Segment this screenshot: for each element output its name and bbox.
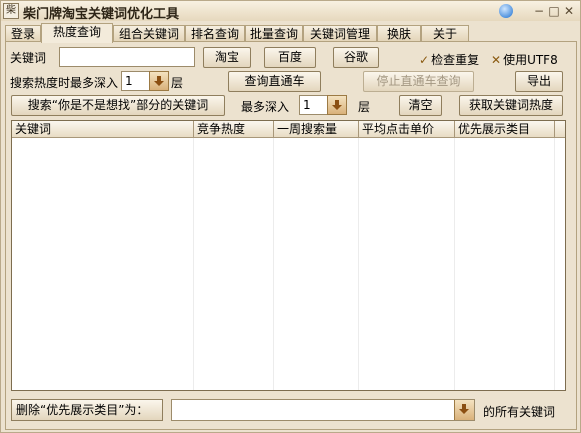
stop-ztc-button[interactable]: 停止直通车查询 [363, 71, 474, 92]
tab-rank-query[interactable]: 排名查询 [185, 25, 245, 42]
skin-icon[interactable] [499, 4, 513, 18]
dropdown-arrow-icon[interactable] [149, 71, 169, 91]
tab-batch-query[interactable]: 批量查询 [245, 25, 303, 42]
max-depth-unit: 层 [358, 100, 371, 114]
keyword-label: 关键词 [10, 51, 47, 65]
column-header-competition[interactable]: 竞争热度 [194, 121, 274, 138]
ztc-query-button[interactable]: 查询直通车 [228, 71, 321, 92]
column-divider [193, 138, 194, 390]
check-duplicates-checkbox[interactable]: ✓ 检查重复 [419, 51, 479, 68]
max-depth-spinner[interactable]: 1 [299, 95, 347, 115]
tab-login[interactable]: 登录 [5, 25, 41, 42]
use-utf8-checkbox[interactable]: ✕ 使用UTF8 [491, 51, 558, 68]
dropdown-arrow-icon[interactable] [454, 400, 474, 420]
window-title: 柴门牌淘宝关键词优化工具 [23, 7, 180, 22]
app-window: 柴 柴门牌淘宝关键词优化工具 − □ ✕ 登录 热度查询 组合关键词 排名查询 … [0, 0, 581, 433]
cross-mark-icon: ✕ [491, 53, 502, 67]
depth-unit: 层 [171, 76, 184, 90]
delete-category-label: 删除“优先展示类目”为： [11, 399, 163, 421]
keyword-input[interactable] [59, 47, 195, 67]
checkmark-icon: ✓ [419, 53, 430, 67]
baidu-button[interactable]: 百度 [264, 47, 316, 68]
search-suggest-button[interactable]: 搜索“你是不是想找”部分的关键词 [11, 95, 225, 116]
column-header-weekly-searches[interactable]: 一周搜索量 [274, 121, 359, 138]
max-depth-value[interactable]: 1 [299, 95, 329, 115]
tab-combo-keywords[interactable]: 组合关键词 [113, 25, 185, 42]
depth-value[interactable]: 1 [121, 71, 151, 91]
column-header-priority-category[interactable]: 优先展示类目 [455, 121, 555, 138]
depth-label: 搜索热度时最多深入 [10, 76, 119, 90]
tab-skin[interactable]: 换肤 [377, 25, 421, 42]
export-button[interactable]: 导出 [515, 71, 563, 92]
category-combobox[interactable] [171, 399, 475, 421]
clear-button[interactable]: 清空 [399, 95, 442, 116]
use-utf8-label: 使用UTF8 [503, 53, 558, 67]
tab-heat-query[interactable]: 热度查询 [41, 23, 113, 43]
column-header-avg-cpc[interactable]: 平均点击单价 [359, 121, 455, 138]
column-divider [454, 138, 455, 390]
column-divider [554, 138, 555, 390]
check-duplicates-label: 检查重复 [431, 53, 480, 67]
close-button[interactable]: ✕ [562, 4, 576, 18]
keyword-table[interactable]: 关键词 竞争热度 一周搜索量 平均点击单价 优先展示类目 [11, 120, 566, 391]
table-header: 关键词 竞争热度 一周搜索量 平均点击单价 优先展示类目 [12, 121, 565, 138]
max-depth-label: 最多深入 [241, 100, 290, 114]
depth-spinner[interactable]: 1 [121, 71, 169, 91]
delete-suffix-label: 的所有关键词 [483, 405, 556, 419]
fetch-heat-button[interactable]: 获取关键词热度 [459, 95, 563, 116]
maximize-button[interactable]: □ [547, 4, 561, 18]
column-divider [358, 138, 359, 390]
tab-keyword-manage[interactable]: 关键词管理 [303, 25, 377, 42]
title-bar: 柴 柴门牌淘宝关键词优化工具 − □ ✕ [1, 1, 580, 22]
column-divider [273, 138, 274, 390]
google-button[interactable]: 谷歌 [333, 47, 379, 68]
app-logo-icon: 柴 [3, 3, 19, 19]
minimize-button[interactable]: − [532, 4, 546, 18]
tab-about[interactable]: 关于 [421, 25, 469, 42]
column-header-keyword[interactable]: 关键词 [12, 121, 194, 138]
dropdown-arrow-icon[interactable] [327, 95, 347, 115]
tab-bar: 登录 热度查询 组合关键词 排名查询 批量查询 关键词管理 换肤 关于 [5, 23, 577, 43]
taobao-button[interactable]: 淘宝 [203, 47, 251, 68]
